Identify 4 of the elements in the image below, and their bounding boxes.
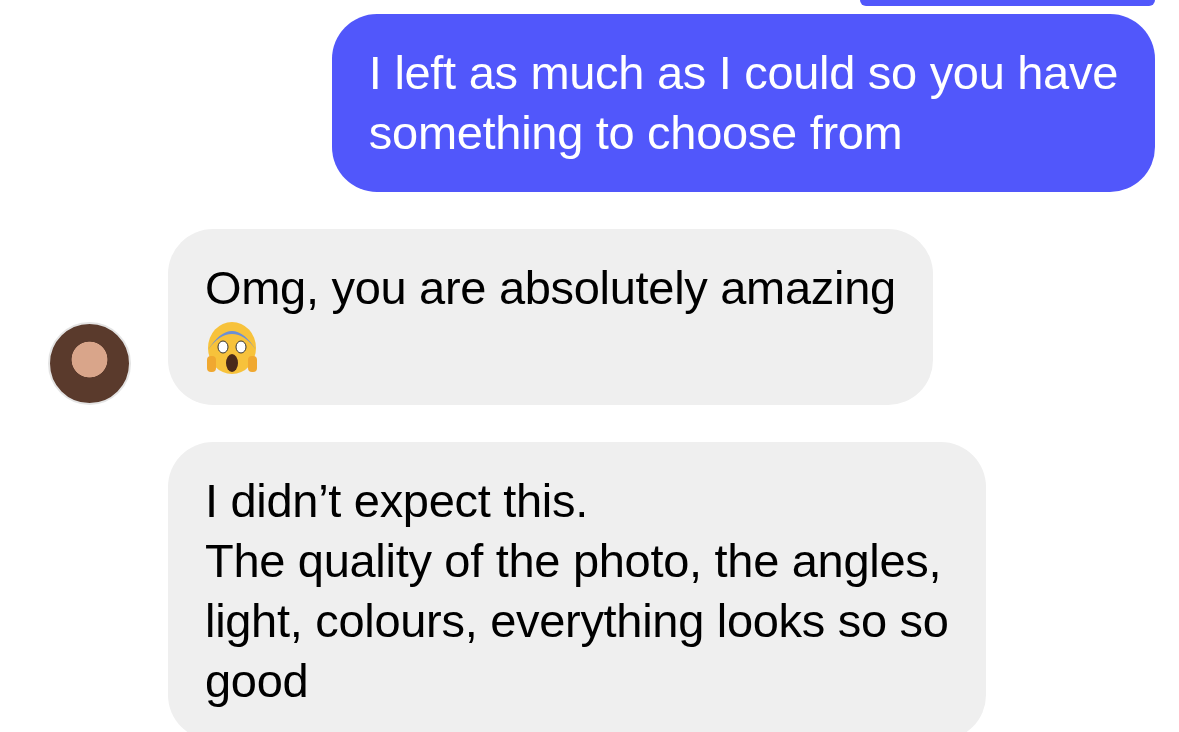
message-text: I didn’t expect this. The quality of the photo, the angles, light, colours, everything looks so so good bbox=[205, 473, 949, 709]
message-text: Omg, you are absolutely amazing bbox=[205, 260, 896, 316]
message-text: I left as much as I could so you have something to choose from bbox=[368, 45, 1118, 161]
screaming-face-icon bbox=[205, 320, 259, 376]
